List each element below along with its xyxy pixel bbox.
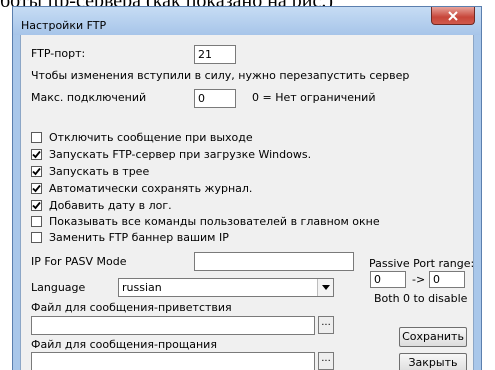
restart-note: Чтобы изменения вступили в силу, нужно п… xyxy=(31,69,410,82)
chevron-down-icon[interactable] xyxy=(317,279,333,296)
welcome-file-label: Файл для сообщения-приветствия xyxy=(31,301,232,314)
dialog-client-area: FTP-порт: 21 Чтобы изменения вступили в … xyxy=(20,35,474,370)
close-window-button[interactable] xyxy=(431,7,475,25)
option-checkbox[interactable] xyxy=(31,132,42,143)
max-connections-label: Макс. подключений xyxy=(31,91,147,104)
port-label: FTP-порт: xyxy=(31,47,86,60)
passive-port-from-input[interactable]: 0 xyxy=(370,271,406,288)
passive-port-to-input[interactable]: 0 xyxy=(429,271,465,288)
option-label[interactable]: Запускать в трее xyxy=(49,165,149,178)
port-input[interactable]: 21 xyxy=(194,45,236,64)
option-checkbox[interactable] xyxy=(31,149,42,160)
close-button[interactable]: Закрыть xyxy=(399,353,467,370)
option-checkbox[interactable] xyxy=(31,183,42,194)
language-select[interactable]: russian xyxy=(118,278,334,297)
pasv-ip-input[interactable] xyxy=(194,252,354,271)
option-checkbox[interactable] xyxy=(31,216,42,227)
pasv-label: IP For PASV Mode xyxy=(31,255,127,268)
welcome-file-input[interactable] xyxy=(31,316,315,335)
option-label[interactable]: Добавить дату в лог. xyxy=(49,199,172,212)
check-icon xyxy=(32,184,41,193)
welcome-file-browse-button[interactable]: ... xyxy=(318,316,334,334)
option-label[interactable]: Показывать все команды пользователей в г… xyxy=(49,215,380,228)
passive-range-hint: Both 0 to disable xyxy=(374,292,468,305)
option-checkbox[interactable] xyxy=(31,200,42,211)
option-label[interactable]: Запускать FTP-сервер при загрузке Window… xyxy=(49,148,311,161)
max-connections-hint: 0 = Нет ограничений xyxy=(252,91,376,104)
option-checkbox[interactable] xyxy=(31,232,42,243)
save-button[interactable]: Сохранить xyxy=(399,327,467,347)
title-bar[interactable]: Настройки FTP xyxy=(13,7,481,35)
option-checkbox[interactable] xyxy=(31,166,42,177)
option-label[interactable]: Отключить сообщение при выходе xyxy=(49,131,253,144)
check-icon xyxy=(32,167,41,176)
max-connections-input[interactable]: 0 xyxy=(194,89,236,108)
close-icon xyxy=(448,6,458,25)
check-icon xyxy=(32,150,41,159)
page: боты ftp-сервера (как показано на рис.) … xyxy=(0,0,495,370)
check-icon xyxy=(32,201,41,210)
goodbye-file-browse-button[interactable]: ... xyxy=(318,352,334,370)
goodbye-file-input[interactable] xyxy=(31,352,315,370)
language-label: Language xyxy=(31,281,86,294)
language-selected-value: russian xyxy=(122,281,162,294)
option-label[interactable]: Заменить FTP баннер вашим IP xyxy=(49,231,229,244)
option-label[interactable]: Автоматически сохранять журнал. xyxy=(49,182,252,195)
passive-range-label: Passive Port range: xyxy=(369,257,475,270)
ftp-settings-dialog: Настройки FTP FTP-порт: 21 Чтобы изменен… xyxy=(12,6,482,370)
passive-range-arrow: -> xyxy=(412,273,426,286)
goodbye-file-label: Файл для сообщения-прощания xyxy=(31,338,217,351)
window-title: Настройки FTP xyxy=(21,19,107,32)
